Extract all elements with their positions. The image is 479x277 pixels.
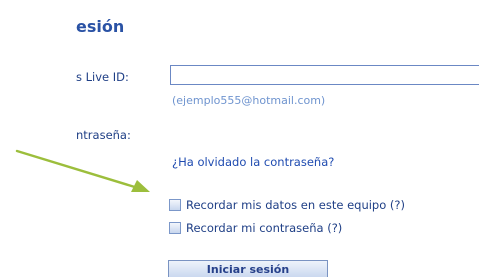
sign-in-panel: esión s Live ID: (ejemplo555@hotmail.com… xyxy=(0,0,479,277)
arrow-pointer-icon xyxy=(15,149,150,192)
